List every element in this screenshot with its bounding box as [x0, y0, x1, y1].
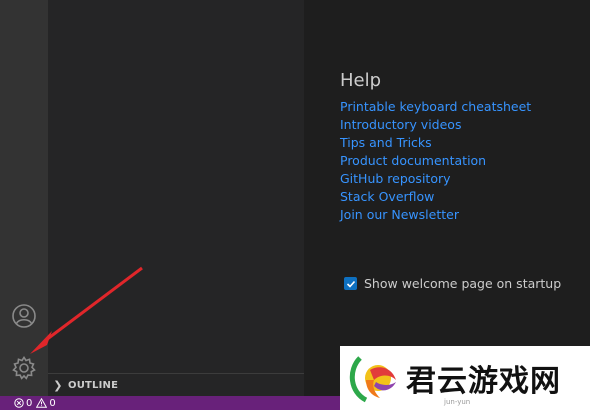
link-join-newsletter[interactable]: Join our Newsletter — [340, 206, 531, 224]
side-bar: ❯ OUTLINE — [48, 0, 304, 396]
welcome-editor: Help Printable keyboard cheatsheet Intro… — [304, 0, 590, 396]
link-introductory-videos[interactable]: Introductory videos — [340, 116, 531, 134]
help-heading: Help — [340, 70, 382, 91]
watermark-logo: 君云游戏网 jun-yun — [340, 346, 590, 410]
link-keyboard-cheatsheet[interactable]: Printable keyboard cheatsheet — [340, 98, 531, 116]
error-count: 0 — [26, 397, 33, 409]
watermark-domain: jun-yun — [444, 398, 471, 406]
link-github-repository[interactable]: GitHub repository — [340, 170, 531, 188]
startup-option: Show welcome page on startup — [344, 276, 561, 291]
outline-label: OUTLINE — [68, 379, 119, 391]
link-product-documentation[interactable]: Product documentation — [340, 152, 531, 170]
checkmark-icon — [346, 280, 355, 288]
manage-gear-icon[interactable] — [8, 352, 40, 384]
outline-section-header[interactable]: ❯ OUTLINE — [48, 373, 304, 396]
activity-bar — [0, 0, 48, 396]
watermark-text: 君云游戏网 — [406, 364, 561, 399]
problems-indicator[interactable]: 0 0 — [14, 398, 56, 409]
show-welcome-checkbox[interactable] — [344, 277, 357, 290]
account-icon[interactable] — [8, 300, 40, 332]
startup-label[interactable]: Show welcome page on startup — [364, 276, 561, 291]
help-links-list: Printable keyboard cheatsheet Introducto… — [340, 98, 531, 224]
chevron-right-icon: ❯ — [53, 378, 63, 392]
link-tips-and-tricks[interactable]: Tips and Tricks — [340, 134, 531, 152]
error-icon — [14, 398, 24, 408]
warning-icon — [36, 398, 48, 408]
watermark-emblem-icon — [349, 356, 396, 403]
warning-count: 0 — [49, 397, 56, 409]
link-stack-overflow[interactable]: Stack Overflow — [340, 188, 531, 206]
